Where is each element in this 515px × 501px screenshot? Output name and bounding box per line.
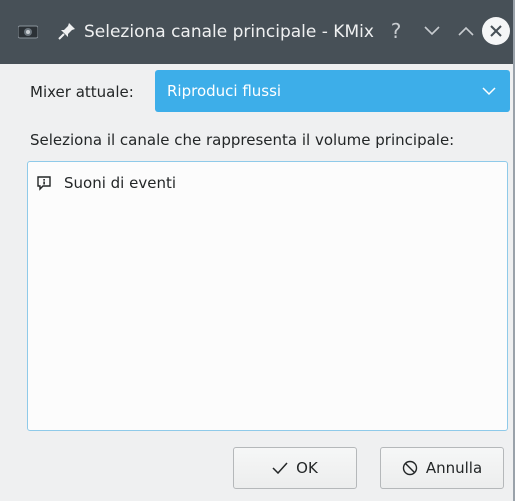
ok-button-label: OK [296, 459, 318, 477]
list-item-label: Suoni di eventi [64, 174, 176, 192]
window-title: Seleziona canale principale - KMix [84, 22, 374, 42]
notification-icon [37, 176, 51, 191]
close-icon [490, 25, 502, 37]
help-button[interactable]: ? [383, 18, 409, 44]
mixer-label: Mixer attuale: [30, 83, 134, 101]
titlebar[interactable]: Seleziona canale principale - KMix ? [0, 0, 513, 64]
cancel-button[interactable]: Annulla [380, 447, 504, 489]
pin-icon[interactable] [57, 21, 77, 41]
chevron-down-icon [424, 26, 440, 36]
list-item[interactable]: Suoni di eventi [36, 172, 176, 194]
minimize-button[interactable] [419, 18, 445, 44]
mixer-select[interactable]: Riproduci flussi [155, 70, 510, 112]
cancel-button-label: Annulla [425, 459, 483, 477]
close-button[interactable] [482, 17, 510, 45]
help-icon: ? [390, 19, 402, 43]
checkmark-icon [272, 462, 288, 474]
maximize-button[interactable] [453, 18, 479, 44]
cancel-icon [402, 460, 418, 476]
ok-button[interactable]: OK [233, 447, 357, 489]
mixer-select-value: Riproduci flussi [167, 82, 282, 100]
channel-list[interactable]: Suoni di eventi [27, 161, 508, 431]
dialog-window: Seleziona canale principale - KMix ? Mix… [0, 0, 513, 501]
chevron-up-icon [458, 26, 474, 36]
kmix-app-icon [17, 24, 39, 40]
chevron-down-icon [482, 87, 496, 96]
channel-list-label: Seleziona il canale che rappresenta il v… [30, 131, 455, 149]
